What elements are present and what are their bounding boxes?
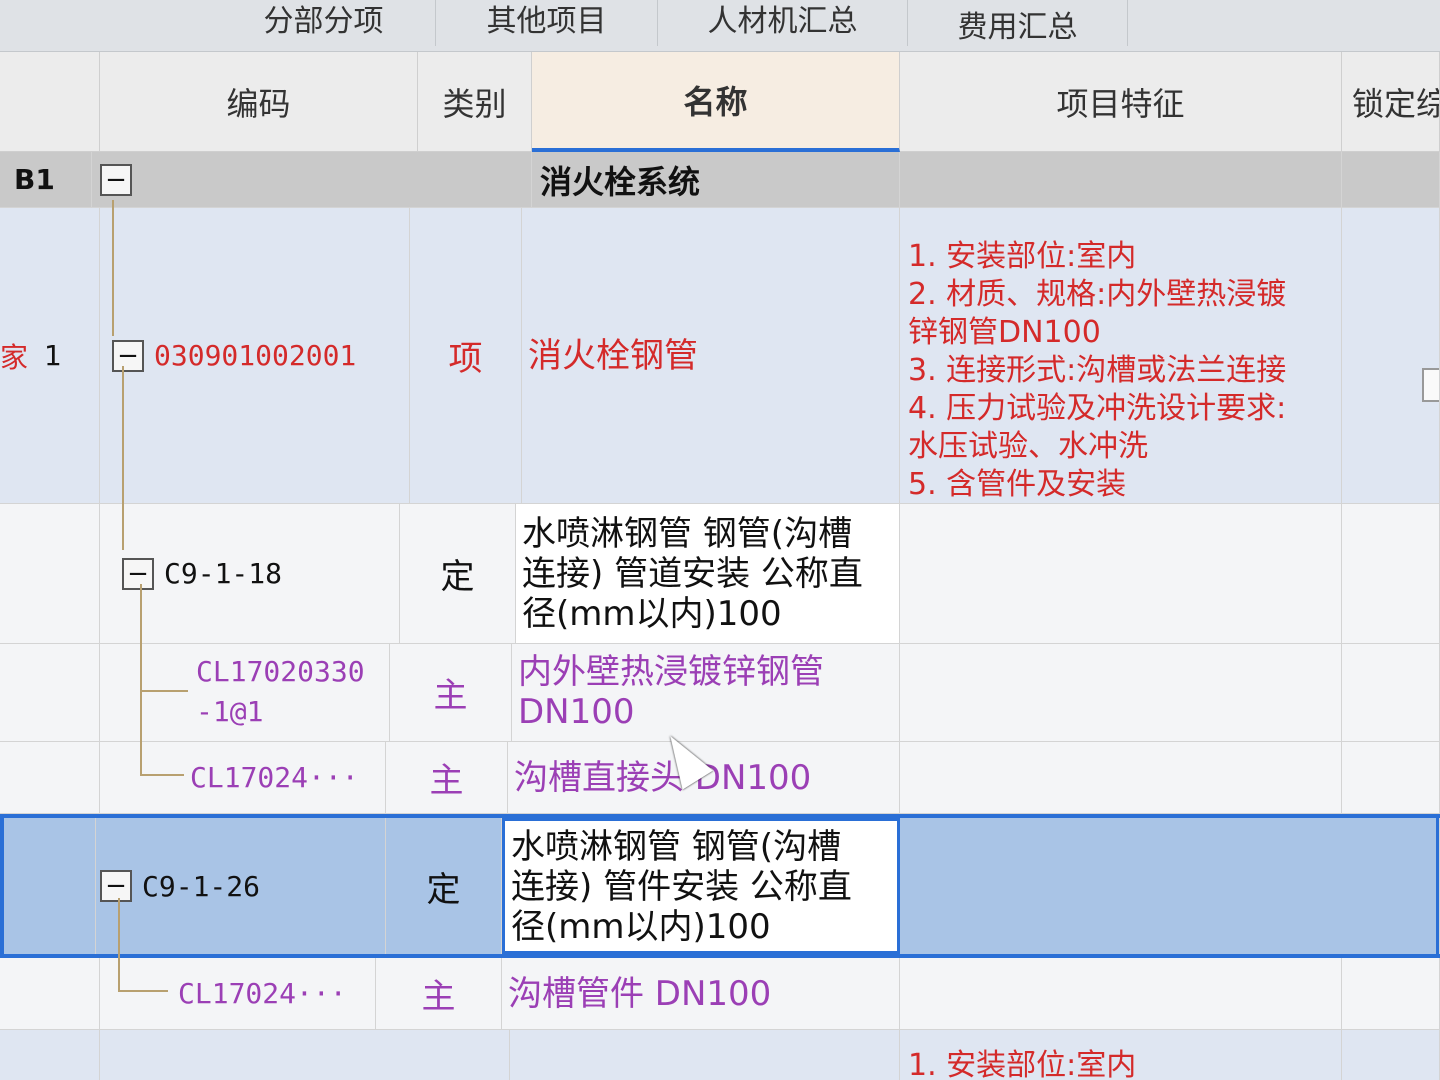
- tab-bar: 分部分项 其他项目 人材机汇总 费用汇总: [0, 0, 1440, 52]
- tree-line: [140, 584, 142, 774]
- material-code[interactable]: CL17024···: [100, 742, 386, 814]
- lock-cell: [1342, 742, 1440, 814]
- collapse-toggle[interactable]: −: [100, 163, 132, 196]
- item-features[interactable]: 1. 安装部位:室内: [900, 1030, 1342, 1080]
- material-code[interactable]: CL17020330 -1@1: [100, 644, 390, 742]
- material-name[interactable]: 沟槽管件 DN100: [502, 958, 900, 1030]
- name-line: 内外壁热浸镀锌钢管: [518, 652, 824, 692]
- lock-cell: [1342, 152, 1440, 208]
- collapse-toggle[interactable]: −: [122, 557, 154, 590]
- tree-line: [140, 690, 188, 692]
- feature-line: 锌钢管DN100: [908, 315, 1101, 350]
- header-feature[interactable]: 项目特征: [900, 52, 1342, 152]
- code-cell: −: [92, 152, 532, 208]
- item-name[interactable]: 消火栓钢管: [522, 208, 900, 504]
- group-name[interactable]: 消火栓系统: [532, 152, 900, 208]
- header-lock-price[interactable]: 锁定综合单价: [1342, 52, 1440, 152]
- name-line: 径(mm以内)100: [511, 907, 771, 947]
- code-cell[interactable]: − C9-1-26: [96, 818, 386, 954]
- item-features[interactable]: 1. 安装部位:室内 2. 材质、规格:内外壁热浸镀 锌钢管DN100 3. 连…: [900, 208, 1342, 504]
- table-row-item[interactable]: 1. 安装部位:室内: [0, 1030, 1440, 1080]
- definition-code: C9-1-18: [164, 557, 283, 590]
- name-line: 径(mm以内)100: [522, 594, 782, 634]
- table-row-material[interactable]: CL17024··· 主 沟槽直接头 DN100: [0, 742, 1440, 814]
- tab-cost-summary[interactable]: 费用汇总: [908, 0, 1128, 46]
- row-seq: [0, 742, 100, 814]
- feature-line: 5. 含管件及安装: [908, 467, 1127, 502]
- name-cell: [510, 1030, 900, 1080]
- tab-labor-material-summary[interactable]: 人材机汇总: [658, 0, 908, 46]
- row-seq: [0, 504, 100, 644]
- row-seq: [0, 1030, 100, 1080]
- definition-type[interactable]: 定: [400, 504, 516, 644]
- definition-type[interactable]: 定: [386, 818, 502, 954]
- table-row-group[interactable]: B1 − 消火栓系统: [0, 152, 1440, 208]
- code-cell[interactable]: − 030901002001: [100, 208, 410, 504]
- feature-line: 1. 安装部位:室内: [908, 239, 1137, 274]
- tab-fenbu[interactable]: 分部分项: [212, 0, 436, 46]
- lock-checkbox[interactable]: [1422, 368, 1439, 402]
- row-seq: [0, 644, 100, 742]
- header-name[interactable]: 名称: [532, 52, 900, 152]
- item-code: 030901002001: [154, 339, 357, 372]
- header-seq: [0, 52, 100, 152]
- table-row-material[interactable]: CL17024··· 主 沟槽管件 DN100: [0, 958, 1440, 1030]
- name-line: 连接) 管件安装 公称直: [511, 867, 852, 907]
- material-type[interactable]: 主: [390, 644, 512, 742]
- collapse-toggle[interactable]: −: [100, 870, 132, 902]
- feature-line: 4. 压力试验及冲洗设计要求:: [908, 391, 1287, 426]
- row-seq: [4, 818, 96, 954]
- code-line: -1@1: [196, 695, 264, 728]
- feature-line: 2. 材质、规格:内外壁热浸镀: [908, 277, 1287, 312]
- lock-cell: [1342, 1030, 1440, 1080]
- lock-cell: [1342, 504, 1440, 644]
- material-type[interactable]: 主: [376, 958, 502, 1030]
- header-type[interactable]: 类别: [418, 52, 532, 152]
- tree-line: [140, 774, 184, 776]
- name-line: DN100: [518, 692, 635, 732]
- definition-name[interactable]: 水喷淋钢管 钢管(沟槽 连接) 管道安装 公称直 径(mm以内)100: [516, 504, 900, 644]
- table-row-definition[interactable]: − C9-1-18 定 水喷淋钢管 钢管(沟槽 连接) 管道安装 公称直 径(m…: [0, 504, 1440, 644]
- feature-cell: [900, 644, 1342, 742]
- code-line: CL17020330: [196, 655, 365, 688]
- lock-cell: [1342, 958, 1440, 1030]
- feature-cell: [900, 504, 1342, 644]
- tree-line: [122, 366, 124, 550]
- feature-line: 3. 连接形式:沟槽或法兰连接: [908, 353, 1287, 388]
- collapse-toggle[interactable]: −: [112, 339, 144, 372]
- item-type[interactable]: 项: [410, 208, 522, 504]
- material-name[interactable]: 内外壁热浸镀锌钢管 DN100: [512, 644, 900, 742]
- table-row-item[interactable]: 家 1 − 030901002001 项 消火栓钢管 1. 安装部位:室内 2.…: [0, 208, 1440, 504]
- lock-cell: [1342, 644, 1440, 742]
- lock-cell: [1342, 208, 1440, 504]
- row-seq: 家 1: [0, 208, 100, 504]
- material-code[interactable]: CL17024···: [100, 958, 376, 1030]
- material-type[interactable]: 主: [386, 742, 508, 814]
- row-seq: B1: [0, 152, 92, 208]
- feature-cell: [900, 152, 1342, 208]
- code-cell[interactable]: − C9-1-18: [100, 504, 400, 644]
- feature-cell: [900, 958, 1342, 1030]
- header-code[interactable]: 编码: [100, 52, 418, 152]
- name-line: 连接) 管道安装 公称直: [522, 554, 863, 594]
- tree-line: [118, 990, 168, 992]
- row-seq: [0, 958, 100, 1030]
- feature-line: 水压试验、水冲洗: [908, 429, 1148, 464]
- feature-cell: [900, 742, 1342, 814]
- table-row-definition-selected[interactable]: − C9-1-26 定 水喷淋钢管 钢管(沟槽 连接) 管件安装 公称直 径(m…: [0, 814, 1440, 958]
- row-seq-prefix: 家: [0, 340, 29, 374]
- tree-line: [118, 898, 120, 990]
- feature-cell: [900, 818, 1440, 954]
- definition-code: C9-1-26: [142, 869, 261, 903]
- tree-line: [112, 200, 114, 336]
- name-line: 水喷淋钢管 钢管(沟槽: [522, 514, 853, 554]
- name-line: 水喷淋钢管 钢管(沟槽: [511, 827, 842, 867]
- code-cell: [100, 1030, 510, 1080]
- row-seq-number: 1: [44, 339, 62, 372]
- table-row-material[interactable]: CL17020330 -1@1 主 内外壁热浸镀锌钢管 DN100: [0, 644, 1440, 742]
- material-name[interactable]: 沟槽直接头 DN100: [508, 742, 900, 814]
- tab-other-items[interactable]: 其他项目: [436, 0, 658, 46]
- definition-name[interactable]: 水喷淋钢管 钢管(沟槽 连接) 管件安装 公称直 径(mm以内)100: [502, 818, 900, 954]
